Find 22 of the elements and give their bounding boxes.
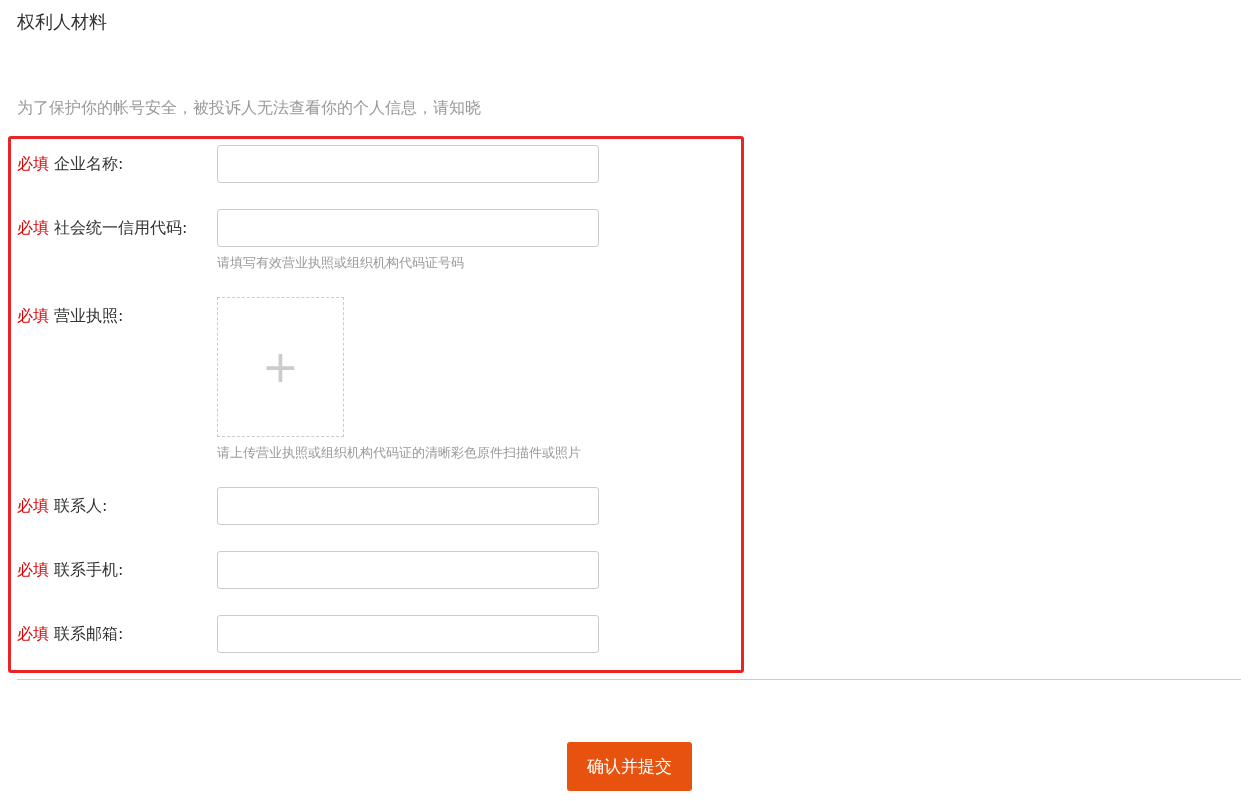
input-field[interactable] xyxy=(217,209,599,247)
field-label: 联系手机: xyxy=(54,560,124,579)
field-hint: 请上传营业执照或组织机构代码证的清晰彩色原件扫描件或照片 xyxy=(217,445,581,461)
required-mark: 必填 xyxy=(17,496,49,515)
section-title: 权利人材料 xyxy=(16,10,108,34)
required-mark: 必填 xyxy=(17,218,49,237)
field-label: 社会统一信用代码: xyxy=(54,218,188,237)
input-field[interactable] xyxy=(217,551,599,589)
input-field[interactable] xyxy=(217,487,599,525)
required-mark: 必填 xyxy=(17,624,49,643)
field-hint: 请填写有效营业执照或组织机构代码证号码 xyxy=(217,255,465,271)
privacy-notice: 为了保护你的帐号安全，被投诉人无法查看你的个人信息，请知晓 xyxy=(17,97,482,119)
input-field[interactable] xyxy=(217,615,599,653)
field-label: 企业名称: xyxy=(54,154,124,173)
required-mark: 必填 xyxy=(17,560,49,579)
submit-button[interactable]: 确认并提交 xyxy=(566,742,692,791)
required-mark: 必填 xyxy=(17,306,49,325)
required-mark: 必填 xyxy=(17,154,49,173)
field-label: 联系人: xyxy=(54,496,108,515)
field-label: 联系邮箱: xyxy=(54,624,124,643)
field-label: 营业执照: xyxy=(54,306,124,325)
input-field[interactable] xyxy=(217,145,599,183)
